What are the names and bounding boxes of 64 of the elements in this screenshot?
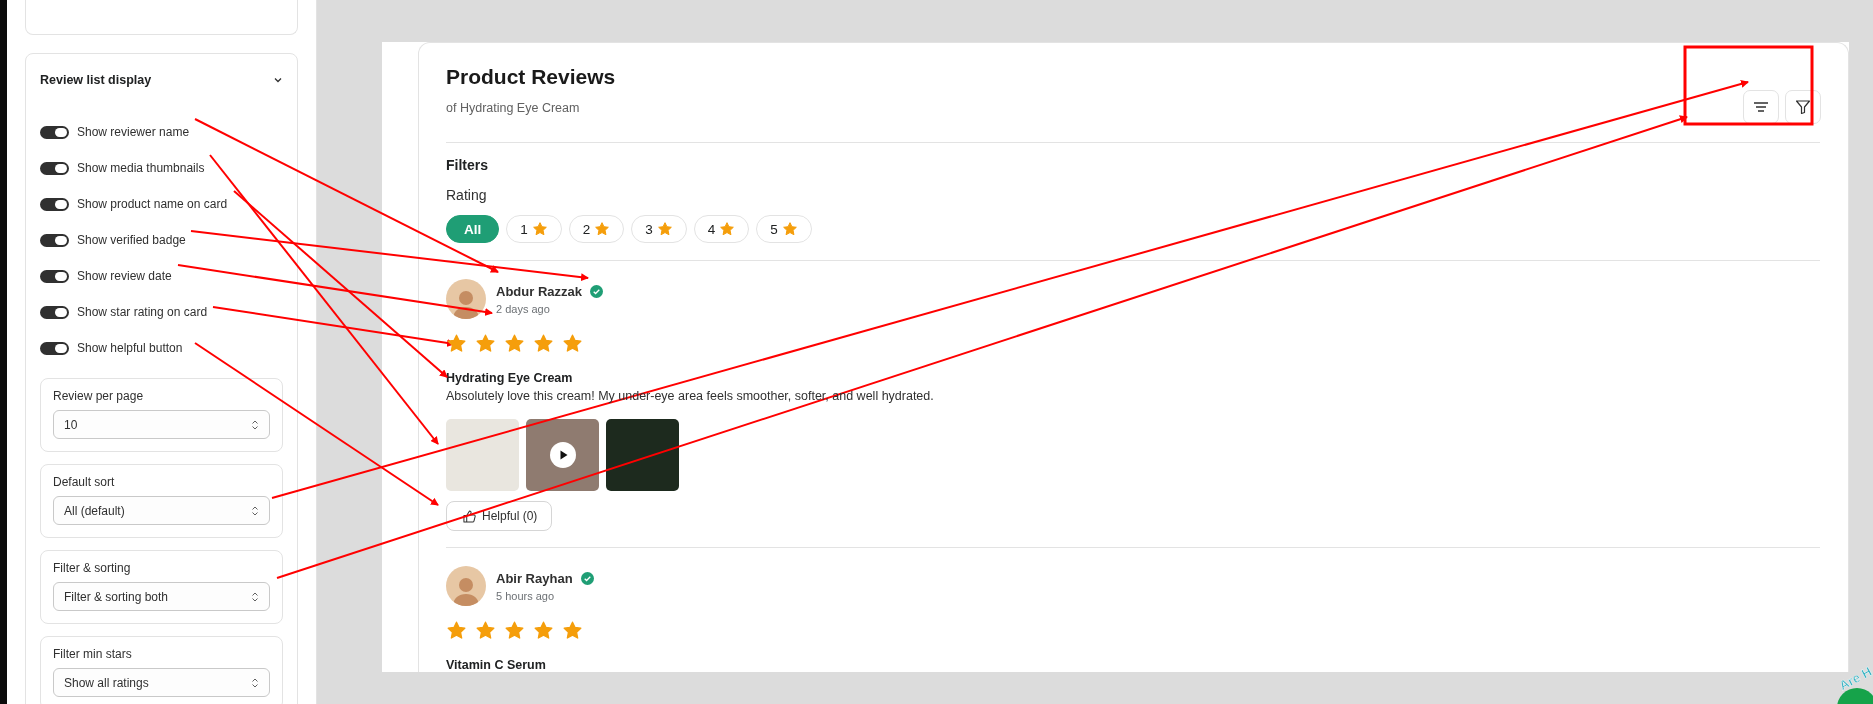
chevron-icon[interactable] <box>273 75 283 85</box>
select-label: Review per page <box>53 389 145 403</box>
select-field[interactable]: All (default) <box>53 496 270 525</box>
rating-chip[interactable]: 1 <box>506 215 562 243</box>
thumbs-up-icon <box>463 509 476 523</box>
sort-icon <box>1753 101 1769 113</box>
rating-chip[interactable]: 3 <box>631 215 687 243</box>
toggle-switch[interactable] <box>40 341 69 355</box>
updown-chevron-icon <box>251 418 259 431</box>
toggle-switch[interactable] <box>40 161 69 175</box>
section-title: Review list display <box>40 73 152 87</box>
toggle-label: Show verified badge <box>77 233 186 247</box>
review-date: 5 hours ago <box>496 589 556 602</box>
updown-chevron-icon <box>251 676 259 689</box>
star <box>446 333 467 354</box>
product-name: Hydrating Eye Cream <box>446 371 574 385</box>
select-label: Filter min stars <box>53 647 133 661</box>
reviewer-name: Abir Rayhan <box>496 570 573 586</box>
star <box>475 620 496 641</box>
page-title: Product Reviews <box>446 65 616 89</box>
toggle-label: Show reviewer name <box>77 125 190 139</box>
star <box>533 620 554 641</box>
filter-icon <box>1795 99 1811 115</box>
select-label: Default sort <box>53 475 116 489</box>
photo-placeholder[interactable] <box>606 419 679 491</box>
toggle-label: Show product name on card <box>77 197 228 211</box>
rating-chip[interactable]: 5 <box>756 215 812 243</box>
video-thumbnail[interactable] <box>526 419 599 491</box>
avatar <box>446 566 486 606</box>
filters-heading: Filters <box>446 157 489 173</box>
toggle-label: Show helpful button <box>77 341 183 355</box>
page-subtitle: of Hydrating Eye Cream <box>446 101 581 115</box>
select-label: Filter & sorting <box>53 561 132 575</box>
updown-chevron-icon <box>251 504 259 517</box>
select-field[interactable]: Show all ratings <box>53 668 270 697</box>
select-field[interactable]: Filter & sorting both <box>53 582 270 611</box>
toggle-switch[interactable] <box>40 125 69 139</box>
star <box>475 333 496 354</box>
select-field[interactable]: 10 <box>53 410 270 439</box>
star <box>504 620 525 641</box>
rating-chip[interactable]: 4 <box>693 215 750 243</box>
toggle-label: Show star rating on card <box>77 305 208 319</box>
product-name: Vitamin C Serum <box>446 658 547 672</box>
review-date: 2 days ago <box>496 302 551 315</box>
star <box>562 620 583 641</box>
toggle-switch[interactable] <box>40 197 69 211</box>
star <box>533 333 554 354</box>
toggle-switch[interactable] <box>40 305 69 319</box>
rating-chip[interactable]: 2 <box>568 215 625 243</box>
updown-chevron-icon <box>251 590 259 603</box>
star <box>446 620 467 641</box>
reviewer-name: Abdur Razzak <box>496 283 582 299</box>
helpful-button[interactable]: Helpful (0) <box>446 501 553 531</box>
toggle-switch[interactable] <box>40 269 69 283</box>
star <box>504 333 525 354</box>
chat-badge-text: Are H <box>1836 663 1873 694</box>
photo-placeholder[interactable] <box>446 419 519 491</box>
avatar <box>446 279 486 319</box>
sort-button[interactable] <box>1743 90 1779 124</box>
toggle-label: Show media thumbnails <box>77 161 205 175</box>
star <box>562 333 583 354</box>
toggle-switch[interactable] <box>40 233 69 247</box>
toggle-label: Show review date <box>77 269 172 283</box>
rating-label: Rating <box>446 187 488 203</box>
